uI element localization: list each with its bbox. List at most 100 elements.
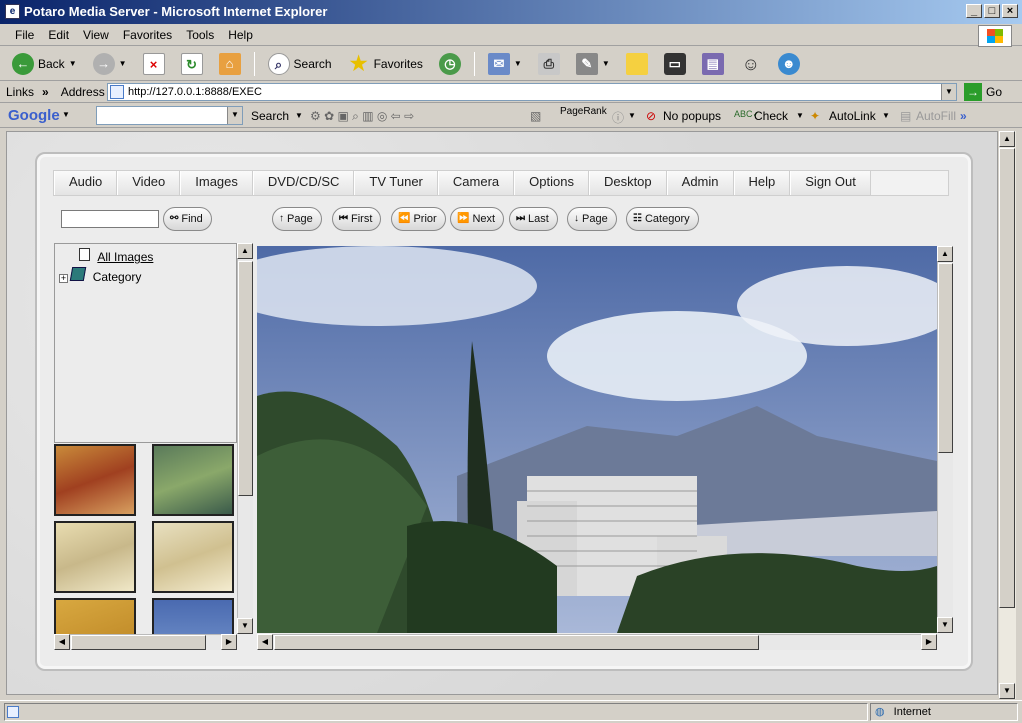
search-button[interactable]: ⌕ Search [262,50,338,78]
image-vscroll-thumb[interactable] [938,263,953,453]
tab-audio[interactable]: Audio [54,171,118,195]
address-input[interactable]: http://127.0.0.1:8888/EXEC ▼ [107,83,957,101]
category-button[interactable]: ☷ Category [626,207,699,231]
scroll-right-icon[interactable]: ▶ [221,634,237,650]
tab-camera[interactable]: Camera [437,171,515,195]
links-chevron-icon[interactable]: » [42,85,49,99]
left-vertical-scrollbar[interactable]: ▲ ▼ [237,243,253,634]
tab-sign-out[interactable]: Sign Out [790,171,871,195]
ie-app-icon[interactable]: e [5,4,20,19]
google-search-input[interactable]: ▼ [96,106,243,125]
research-button[interactable]: ▤ [696,50,730,78]
find-input[interactable] [61,210,159,228]
image-scroll-up-icon[interactable]: ▲ [937,246,953,262]
menu-edit[interactable]: Edit [41,28,76,42]
history-button[interactable]: ◷ [433,50,467,78]
autolink-button[interactable]: AutoLink [829,109,876,123]
media-button[interactable]: ▭ [658,50,692,78]
minimize-button[interactable]: _ [966,4,982,18]
tab-help[interactable]: Help [733,171,791,195]
tab-dvd-cd-sc[interactable]: DVD/CD/SC [252,171,355,195]
tab-desktop[interactable]: Desktop [588,171,667,195]
edit-button[interactable]: ✎ ▼ [570,50,616,78]
back-dropdown-icon[interactable]: ▼ [69,59,77,68]
browser-scroll-down-icon[interactable]: ▼ [999,683,1015,699]
check-dropdown-icon[interactable]: ▼ [796,111,804,120]
main-image-viewer[interactable] [257,246,937,633]
thumbnail-image[interactable] [152,444,234,516]
home-button[interactable]: ⌂ [213,50,247,78]
image-scroll-down-icon[interactable]: ▼ [937,617,953,633]
close-button[interactable]: × [1002,4,1018,18]
go-button[interactable]: → Go [964,83,1002,101]
image-vertical-scrollbar[interactable]: ▲ ▼ [937,246,953,633]
scroll-down-icon[interactable]: ▼ [237,618,253,634]
google-logo[interactable]: Google [8,107,60,124]
links-label[interactable]: Links [6,85,34,99]
no-popups-label[interactable]: No popups [663,109,721,123]
menu-help[interactable]: Help [221,28,260,42]
back-button[interactable]: ← Back ▼ [6,50,83,78]
left-hscroll-thumb[interactable] [71,635,206,650]
image-hscroll-thumb[interactable] [274,635,759,650]
discuss-button[interactable] [620,50,654,78]
msn-messenger-button[interactable]: ☻ [772,50,806,78]
pagerank-info-icon[interactable]: ⓘ [612,109,624,126]
pagerank-dropdown-icon[interactable]: ▼ [628,111,636,120]
autofill-button[interactable]: AutoFill [916,109,956,123]
scroll-up-icon[interactable]: ▲ [237,243,253,259]
left-horizontal-scrollbar[interactable]: ◀ ▶ [54,634,237,650]
menu-favorites[interactable]: Favorites [116,28,179,42]
thumbnail-image[interactable] [54,598,136,634]
prior-button[interactable]: ⏪ Prior [391,207,446,231]
tab-admin[interactable]: Admin [666,171,734,195]
refresh-button[interactable]: ↻ [175,50,209,78]
more-chevron-icon[interactable]: » [960,109,967,123]
autolink-dropdown-icon[interactable]: ▼ [882,111,890,120]
scroll-left-icon[interactable]: ◀ [54,634,70,650]
tree-item-category[interactable]: + Category [59,267,141,284]
expand-plus-icon[interactable]: + [59,274,68,283]
first-button[interactable]: ⏮ First [332,207,382,231]
left-scroll-thumb[interactable] [238,261,253,496]
tab-video[interactable]: Video [117,171,181,195]
browser-scroll-up-icon[interactable]: ▲ [999,131,1015,147]
browser-vertical-scrollbar[interactable]: ▲ ▼ [999,131,1016,699]
last-button[interactable]: ⏭ Last [509,207,558,231]
thumbnail-image[interactable] [54,521,136,593]
google-search-dropdown-icon[interactable]: ▼ [227,107,242,124]
find-button[interactable]: ⚯ Find [163,207,212,231]
thumbnail-image[interactable] [152,521,234,593]
google-news-icon[interactable]: ▧ [530,109,541,123]
page-down-button[interactable]: ↓ Page [567,207,617,231]
stop-button[interactable]: × [137,50,171,78]
image-horizontal-scrollbar[interactable]: ◀ ▶ [257,634,937,650]
menu-file[interactable]: File [8,28,41,42]
tab-options[interactable]: Options [514,171,589,195]
forward-button[interactable]: → ▼ [87,50,133,78]
page-up-button[interactable]: ↑ Page [272,207,322,231]
menu-view[interactable]: View [76,28,116,42]
thumbnail-image[interactable] [54,444,136,516]
address-dropdown-icon[interactable]: ▼ [941,84,956,100]
forward-dropdown-icon[interactable]: ▼ [119,59,127,68]
tree-item-all-images[interactable]: All Images [79,248,153,264]
menu-tools[interactable]: Tools [179,28,221,42]
favorites-button[interactable]: ★ Favorites [342,50,429,78]
mail-button[interactable]: ✉ ▼ [482,50,528,78]
image-scroll-right-icon[interactable]: ▶ [921,634,937,650]
browser-scroll-thumb[interactable] [999,148,1015,608]
edit-dropdown-icon[interactable]: ▼ [602,59,610,68]
google-dropdown-icon[interactable]: ▼ [62,110,70,119]
messenger-button[interactable]: ☺ [734,50,768,78]
print-button[interactable]: ⎙ [532,50,566,78]
maximize-button[interactable]: □ [984,4,1000,18]
image-scroll-left-icon[interactable]: ◀ [257,634,273,650]
google-tool-icons[interactable]: ⚙ ✿ ▣ ⌕ ▥ ◎ ⇦ ⇨ [310,109,414,124]
thumbnail-image[interactable] [152,598,234,634]
google-search-button[interactable]: Search [251,109,289,123]
google-search-dropdown-arrow-icon[interactable]: ▼ [295,111,303,120]
next-button[interactable]: ⏩ Next [450,207,505,231]
mail-dropdown-icon[interactable]: ▼ [514,59,522,68]
pagerank-label[interactable]: PageRank [560,106,607,117]
